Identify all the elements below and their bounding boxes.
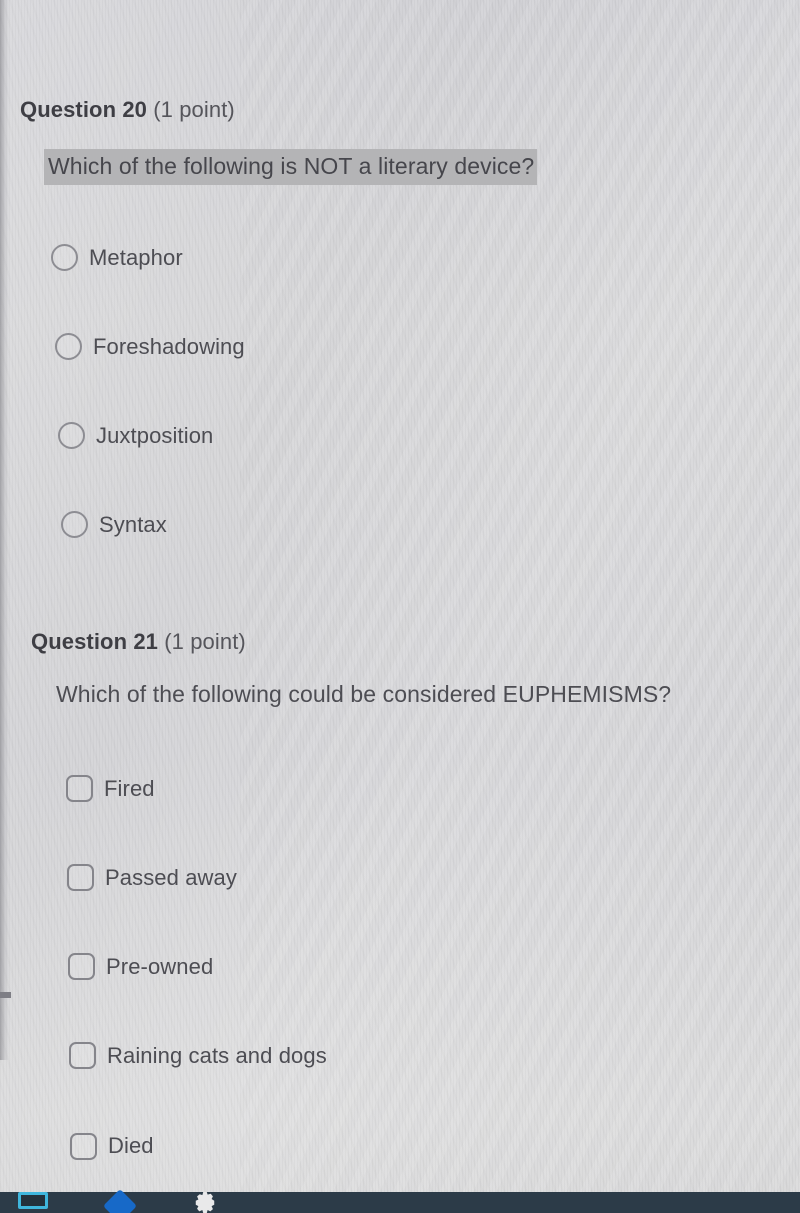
question-20-prompt: Which of the following is NOT a literary… — [44, 149, 538, 185]
blue-diamond-icon[interactable] — [103, 1189, 138, 1213]
display-monitor-icon[interactable] — [18, 1192, 52, 1213]
question-20-option-metaphor[interactable]: Metaphor — [51, 244, 183, 271]
checkbox-raining-cats-and-dogs[interactable] — [69, 1042, 96, 1069]
option-label: Fired — [104, 775, 155, 801]
option-label: Died — [108, 1133, 154, 1158]
option-label: Foreshadowing — [93, 333, 245, 359]
question-21-option-passed-away[interactable]: Passed away — [67, 864, 237, 891]
option-label: Passed away — [105, 864, 237, 890]
question-21-option-fired[interactable]: Fired — [66, 775, 155, 802]
taskbar — [0, 1189, 800, 1213]
option-label: Syntax — [99, 511, 167, 537]
checkbox-passed-away[interactable] — [67, 864, 94, 891]
quiz-content: Question 20 (1 point) Which of the follo… — [0, 0, 800, 1213]
question-21-prompt: Which of the following could be consider… — [56, 681, 672, 707]
question-21-number: Question 21 — [31, 629, 159, 654]
question-20-option-syntax[interactable]: Syntax — [61, 511, 167, 538]
option-label: Raining cats and dogs — [107, 1042, 327, 1068]
question-21-option-pre-owned[interactable]: Pre-owned — [68, 953, 213, 980]
checkbox-pre-owned[interactable] — [68, 953, 95, 980]
radio-button-metaphor[interactable] — [51, 244, 78, 271]
option-label: Juxtposition — [96, 422, 214, 448]
checkbox-fired[interactable] — [66, 775, 93, 802]
radio-button-syntax[interactable] — [61, 511, 88, 538]
question-21-points: (1 point) — [164, 629, 246, 654]
option-label: Metaphor — [89, 244, 183, 270]
question-21-option-died[interactable]: Died — [70, 1131, 154, 1161]
question-21-option-raining-cats-and-dogs[interactable]: Raining cats and dogs — [69, 1042, 327, 1069]
question-20-points: (1 point) — [153, 97, 235, 122]
option-label: Pre-owned — [106, 953, 214, 979]
question-21-header: Question 21 (1 point) — [31, 629, 246, 655]
gear-icon[interactable] — [190, 1192, 224, 1213]
radio-button-juxtposition[interactable] — [58, 422, 85, 449]
checkbox-died[interactable] — [70, 1132, 97, 1160]
question-20-option-juxtposition[interactable]: Juxtposition — [58, 422, 213, 449]
question-20-option-foreshadowing[interactable]: Foreshadowing — [55, 333, 245, 360]
radio-button-foreshadowing[interactable] — [55, 333, 82, 360]
question-20-header: Question 20 (1 point) — [20, 97, 235, 123]
question-20-number: Question 20 — [20, 97, 148, 122]
